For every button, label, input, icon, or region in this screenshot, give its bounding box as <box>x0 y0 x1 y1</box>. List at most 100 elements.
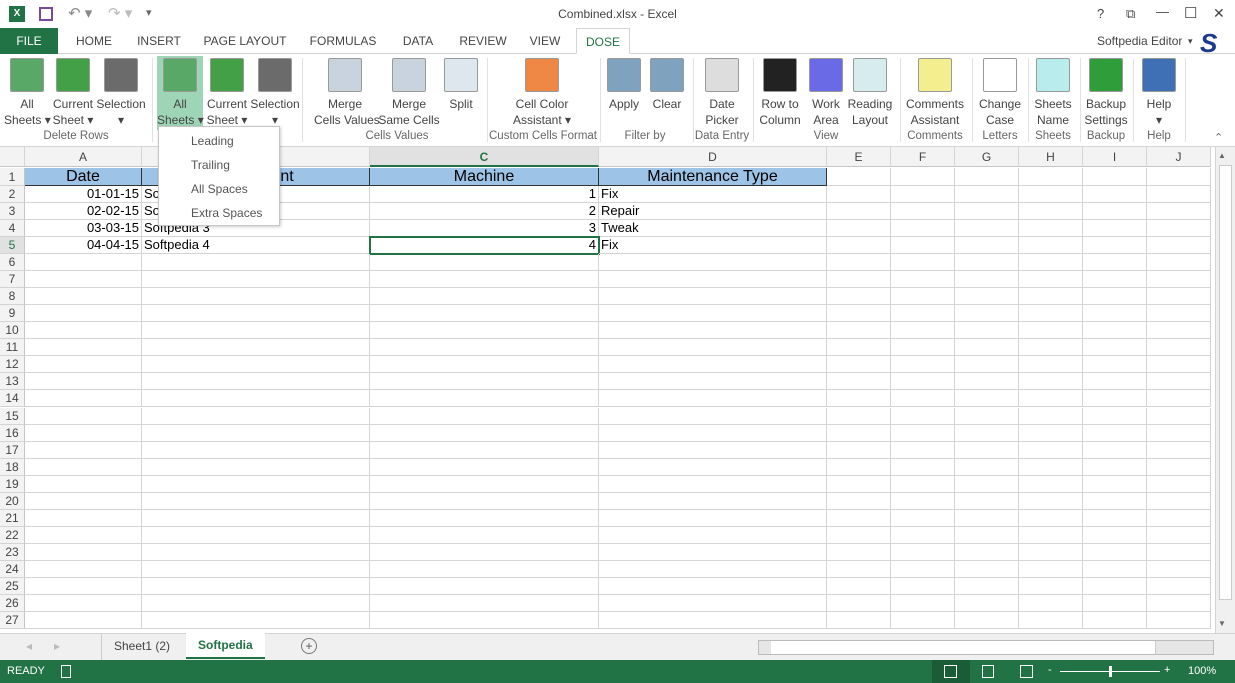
cell-C11[interactable] <box>370 339 599 357</box>
cell-B19[interactable] <box>142 475 370 493</box>
cell-G20[interactable] <box>955 492 1019 510</box>
cell-F3[interactable] <box>891 203 955 221</box>
cell-F2[interactable] <box>891 186 955 203</box>
cell-H23[interactable] <box>1019 543 1083 561</box>
cell-E24[interactable] <box>827 560 891 578</box>
cell-F8[interactable] <box>891 288 955 306</box>
row-header[interactable]: 20 <box>0 492 25 510</box>
ribbon-display-icon[interactable]: ⧉ <box>1126 6 1135 22</box>
cell-A17[interactable] <box>25 441 142 459</box>
cell-G11[interactable] <box>955 339 1019 357</box>
cell-D19[interactable] <box>599 475 827 493</box>
cell-F22[interactable] <box>891 526 955 544</box>
cell-B18[interactable] <box>142 458 370 476</box>
account-chevron-icon[interactable]: ▾ <box>1188 36 1193 47</box>
cell-B20[interactable] <box>142 492 370 510</box>
cell-H25[interactable] <box>1019 577 1083 595</box>
cell-B16[interactable] <box>142 424 370 442</box>
cell-C21[interactable] <box>370 509 599 527</box>
cell-C1[interactable]: Machine <box>370 168 599 186</box>
cell-F12[interactable] <box>891 356 955 374</box>
cell-H13[interactable] <box>1019 373 1083 391</box>
cell-A25[interactable] <box>25 577 142 595</box>
cell-H9[interactable] <box>1019 305 1083 323</box>
cell-D13[interactable] <box>599 373 827 391</box>
cell-G26[interactable] <box>955 594 1019 612</box>
row-header[interactable]: 1 <box>0 168 25 186</box>
zoom-in-icon[interactable]: + <box>1164 664 1170 676</box>
cell-A13[interactable] <box>25 373 142 391</box>
ribbon-button-selection[interactable]: Selection ▾ <box>250 56 300 130</box>
cell-J1[interactable] <box>1147 168 1211 186</box>
cell-A9[interactable] <box>25 305 142 323</box>
cell-J14[interactable] <box>1147 390 1211 408</box>
ribbon-button-work-area[interactable]: Work Area <box>806 56 846 130</box>
column-header-c[interactable]: C <box>370 147 599 167</box>
row-header[interactable]: 21 <box>0 509 25 527</box>
cell-H22[interactable] <box>1019 526 1083 544</box>
cell-B17[interactable] <box>142 441 370 459</box>
cell-C8[interactable] <box>370 288 599 306</box>
cell-G6[interactable] <box>955 254 1019 272</box>
cell-D21[interactable] <box>599 509 827 527</box>
cell-B7[interactable] <box>142 271 370 289</box>
cell-H16[interactable] <box>1019 424 1083 442</box>
column-header-h[interactable]: H <box>1019 147 1083 167</box>
cell-C24[interactable] <box>370 560 599 578</box>
ribbon-button-merge-cells-values[interactable]: Merge Cells Values <box>314 56 380 130</box>
cell-D27[interactable] <box>599 612 827 629</box>
cell-B6[interactable] <box>142 254 370 272</box>
cell-E10[interactable] <box>827 322 891 340</box>
cell-G2[interactable] <box>955 186 1019 203</box>
cell-C12[interactable] <box>370 356 599 374</box>
cell-F23[interactable] <box>891 543 955 561</box>
cell-J21[interactable] <box>1147 509 1211 527</box>
cell-H18[interactable] <box>1019 458 1083 476</box>
row-header[interactable]: 19 <box>0 475 25 493</box>
close-button[interactable]: ✕ <box>1213 5 1225 22</box>
cell-D18[interactable] <box>599 458 827 476</box>
cell-E1[interactable] <box>827 168 891 186</box>
ribbon-button-selection[interactable]: Selection ▾ <box>96 56 146 130</box>
cell-B22[interactable] <box>142 526 370 544</box>
row-header[interactable]: 13 <box>0 373 25 391</box>
ribbon-button-merge-same-cells[interactable]: Merge Same Cells <box>378 56 440 130</box>
tab-review[interactable]: REVIEW <box>452 28 514 54</box>
cell-G1[interactable] <box>955 168 1019 186</box>
cell-C15[interactable] <box>370 407 599 425</box>
cell-G19[interactable] <box>955 475 1019 493</box>
cell-F10[interactable] <box>891 322 955 340</box>
cell-J3[interactable] <box>1147 203 1211 221</box>
cell-I9[interactable] <box>1083 305 1147 323</box>
cell-H1[interactable] <box>1019 168 1083 186</box>
help-icon[interactable]: ? <box>1097 6 1104 21</box>
cell-A2[interactable]: 01-01-15 <box>25 186 142 203</box>
cell-J10[interactable] <box>1147 322 1211 340</box>
cell-A10[interactable] <box>25 322 142 340</box>
cell-F18[interactable] <box>891 458 955 476</box>
cell-J8[interactable] <box>1147 288 1211 306</box>
cell-A14[interactable] <box>25 390 142 408</box>
cell-I11[interactable] <box>1083 339 1147 357</box>
cell-D9[interactable] <box>599 305 827 323</box>
prev-sheet-icon[interactable]: ◂ <box>26 639 32 653</box>
cell-B24[interactable] <box>142 560 370 578</box>
cell-D25[interactable] <box>599 577 827 595</box>
cell-J18[interactable] <box>1147 458 1211 476</box>
cell-E17[interactable] <box>827 441 891 459</box>
cell-D3[interactable]: Repair <box>599 203 827 221</box>
cell-C16[interactable] <box>370 424 599 442</box>
ribbon-button-comments[interactable]: Comments Assistant <box>903 56 967 130</box>
cell-E2[interactable] <box>827 186 891 203</box>
row-header[interactable]: 11 <box>0 339 25 357</box>
cell-G22[interactable] <box>955 526 1019 544</box>
cell-J9[interactable] <box>1147 305 1211 323</box>
cell-I12[interactable] <box>1083 356 1147 374</box>
cell-I18[interactable] <box>1083 458 1147 476</box>
cell-F9[interactable] <box>891 305 955 323</box>
cell-A20[interactable] <box>25 492 142 510</box>
cell-F6[interactable] <box>891 254 955 272</box>
cell-C7[interactable] <box>370 271 599 289</box>
cell-C20[interactable] <box>370 492 599 510</box>
cell-I14[interactable] <box>1083 390 1147 408</box>
